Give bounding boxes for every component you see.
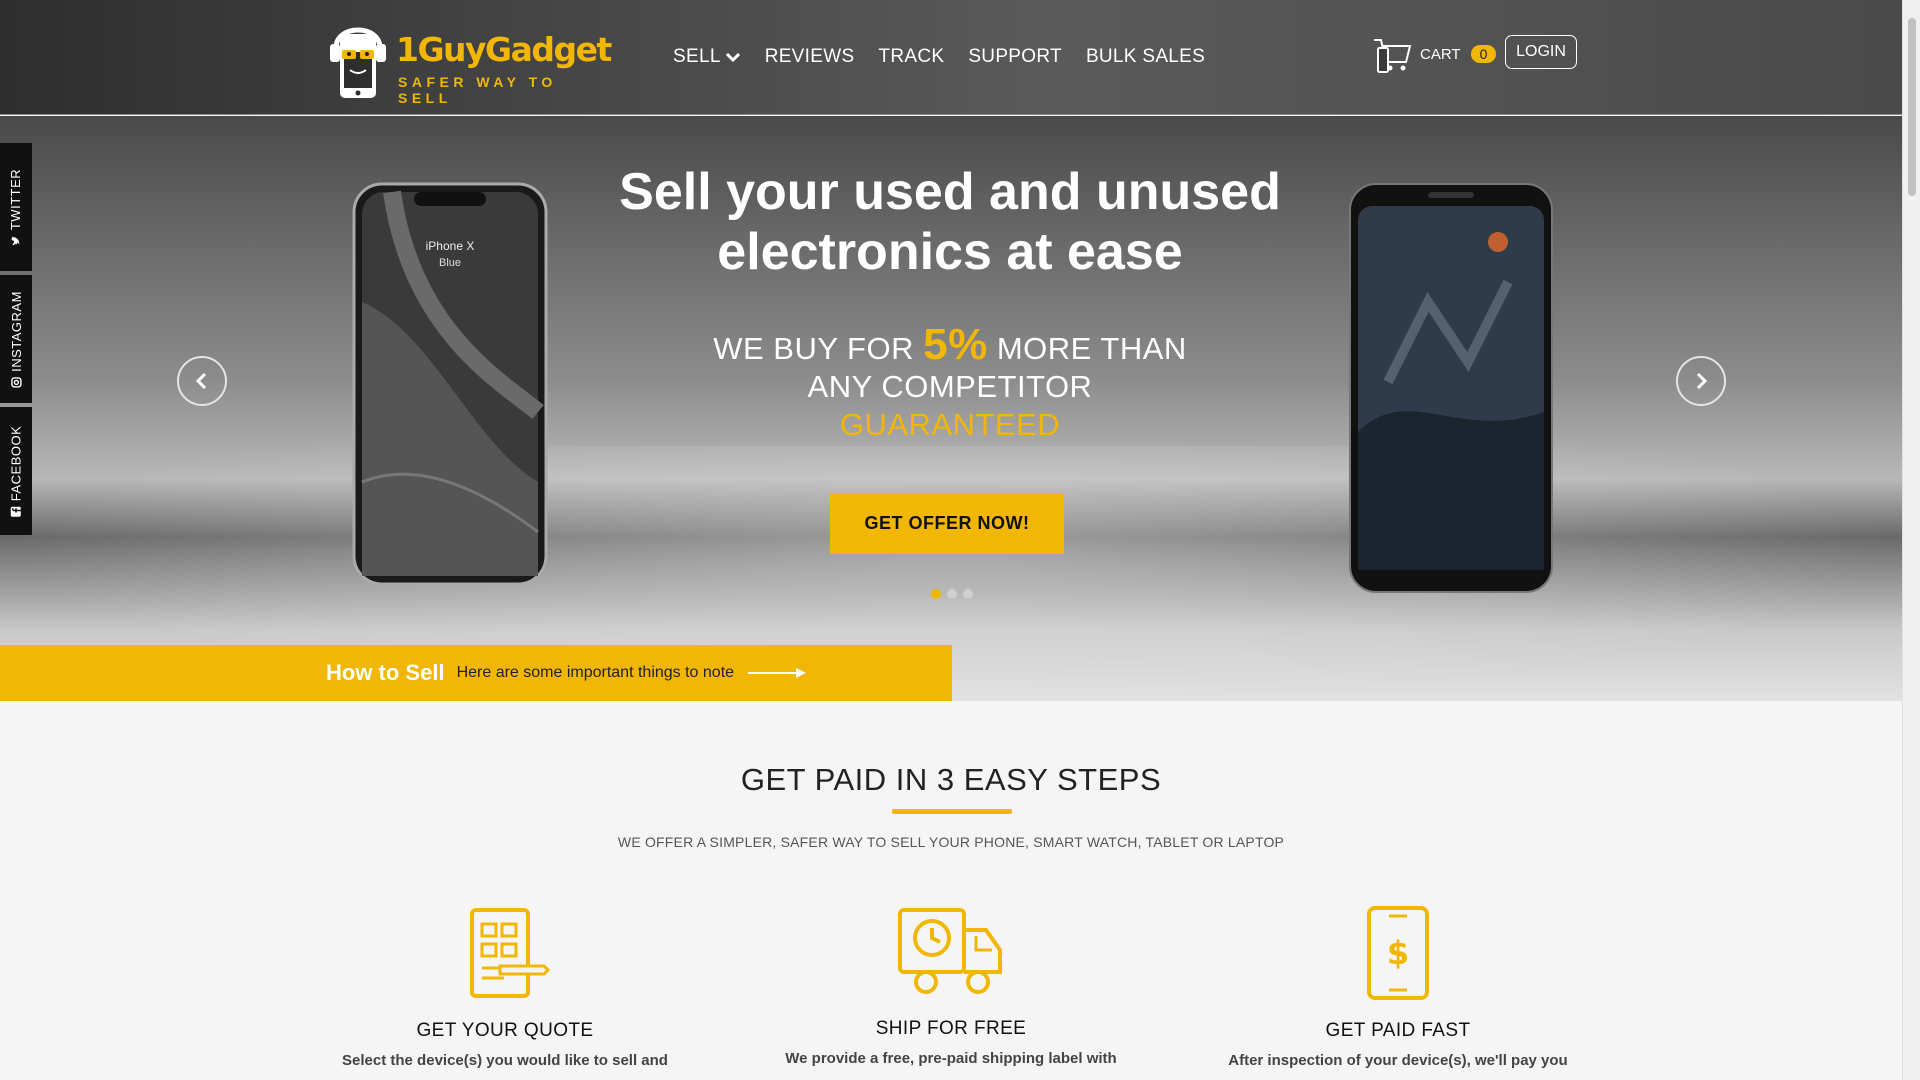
slider-prev-button[interactable] xyxy=(177,356,227,406)
social-facebook-label: FACEBOOK xyxy=(8,425,24,501)
main-nav: SELL REVIEWS TRACK SUPPORT BULK SALES xyxy=(673,46,1205,68)
chevron-left-icon xyxy=(195,372,207,390)
nav-sell-label: SELL xyxy=(673,46,721,67)
hero-sub-pre: WE BUY FOR xyxy=(713,331,924,366)
mascot-icon xyxy=(330,27,386,98)
brand-logo[interactable]: 1GuyGadget SAFER WAY TO SELL xyxy=(326,14,612,106)
nav-sell[interactable]: SELL xyxy=(673,46,741,68)
hero-percent: 5% xyxy=(923,320,988,369)
slider-next-button[interactable] xyxy=(1676,356,1726,406)
page-scrollbar[interactable] xyxy=(1902,0,1920,1080)
social-instagram-label: INSTAGRAM xyxy=(8,290,24,372)
cart-count-badge: 0 xyxy=(1470,45,1497,63)
steps-title: GET PAID IN 3 EASY STEPS xyxy=(740,762,1162,797)
step-get-paid-title: GET PAID FAST xyxy=(1325,1020,1471,1041)
social-sidebar: TWITTER INSTAGRAM FACEBOOK xyxy=(0,143,32,535)
chevron-down-icon xyxy=(725,52,740,63)
step-get-paid: $ GET PAID FAST After inspection of your… xyxy=(1208,906,1588,1069)
hero-sub-post: MORE THAN xyxy=(987,331,1187,366)
delivery-truck-icon xyxy=(898,908,1002,994)
twitter-icon xyxy=(11,235,20,245)
step-ship-free-title: SHIP FOR FREE xyxy=(875,1018,1027,1039)
brand-tagline: SAFER WAY TO SELL xyxy=(398,74,557,106)
slider-dot-2[interactable] xyxy=(947,589,957,599)
cart-label: CART xyxy=(1420,45,1461,63)
instagram-icon xyxy=(10,376,22,388)
step-get-quote-text: Select the device(s) you would like to s… xyxy=(342,1052,668,1069)
site-header: 1GuyGadget SAFER WAY TO SELL SELL REVIEW… xyxy=(0,0,1902,115)
cart-link[interactable]: CART 0 xyxy=(1372,34,1497,74)
nav-reviews[interactable]: REVIEWS xyxy=(765,46,855,68)
android-phone-image xyxy=(1349,183,1553,593)
slider-dot-3[interactable] xyxy=(963,589,973,599)
how-to-sell-note: Here are some important things to note xyxy=(456,664,735,681)
nav-bulk-sales[interactable]: BULK SALES xyxy=(1086,46,1205,68)
hero-sub-line2: ANY COMPETITOR xyxy=(807,369,1093,404)
how-to-sell-bar[interactable]: How to Sell Here are some important thin… xyxy=(0,645,952,701)
chevron-right-icon xyxy=(1696,372,1708,390)
phone-color-label: Blue xyxy=(439,257,461,269)
step-get-quote: GET YOUR QUOTE Select the device(s) you … xyxy=(315,906,695,1069)
social-twitter[interactable]: TWITTER xyxy=(0,143,32,271)
quote-form-icon xyxy=(470,908,550,998)
hero-headline-line2: electronics at ease xyxy=(717,223,1183,281)
cart-icon xyxy=(1374,39,1412,73)
get-offer-button[interactable]: GET OFFER NOW! xyxy=(830,493,1064,554)
brand-name: 1GuyGadget xyxy=(396,30,612,69)
step-ship-free: SHIP FOR FREE We provide a free, pre-pai… xyxy=(761,904,1141,1067)
slider-dot-1[interactable] xyxy=(931,589,941,599)
arrow-right-icon xyxy=(748,668,807,678)
how-to-sell-title: How to Sell xyxy=(326,660,445,685)
nav-support[interactable]: SUPPORT xyxy=(968,46,1062,68)
step-get-paid-text: After inspection of your device(s), we'l… xyxy=(1228,1052,1568,1069)
scrollbar-thumb[interactable] xyxy=(1908,18,1916,196)
social-instagram[interactable]: INSTAGRAM xyxy=(0,275,32,403)
slider-dots xyxy=(931,589,973,599)
steps-subtitle: WE OFFER A SIMPLER, SAFER WAY TO SELL YO… xyxy=(617,834,1285,850)
login-button[interactable]: LOGIN xyxy=(1505,35,1577,69)
svg-text:$: $ xyxy=(1387,934,1409,972)
hero-slider: iPhone X Blue Sell your used and unused … xyxy=(0,116,1902,701)
nav-track[interactable]: TRACK xyxy=(878,46,944,68)
social-twitter-label: TWITTER xyxy=(8,168,24,230)
iphone-x-image: iPhone X Blue xyxy=(352,182,548,586)
phone-model-label: iPhone X xyxy=(426,239,475,253)
step-get-quote-title: GET YOUR QUOTE xyxy=(416,1020,594,1041)
step-ship-free-text: We provide a free, pre-paid shipping lab… xyxy=(785,1050,1117,1067)
hero-headline: Sell your used and unused electronics at… xyxy=(560,162,1340,282)
steps-title-underline xyxy=(892,809,1012,814)
hero-headline-line1: Sell your used and unused xyxy=(619,163,1281,221)
phone-dollar-icon: $ xyxy=(1367,906,1429,1000)
hero-guaranteed: GUARANTEED xyxy=(839,407,1061,442)
facebook-icon xyxy=(11,506,22,517)
hero-subheadline: WE BUY FOR 5% MORE THAN ANY COMPETITOR G… xyxy=(560,323,1340,444)
social-facebook[interactable]: FACEBOOK xyxy=(0,407,32,535)
